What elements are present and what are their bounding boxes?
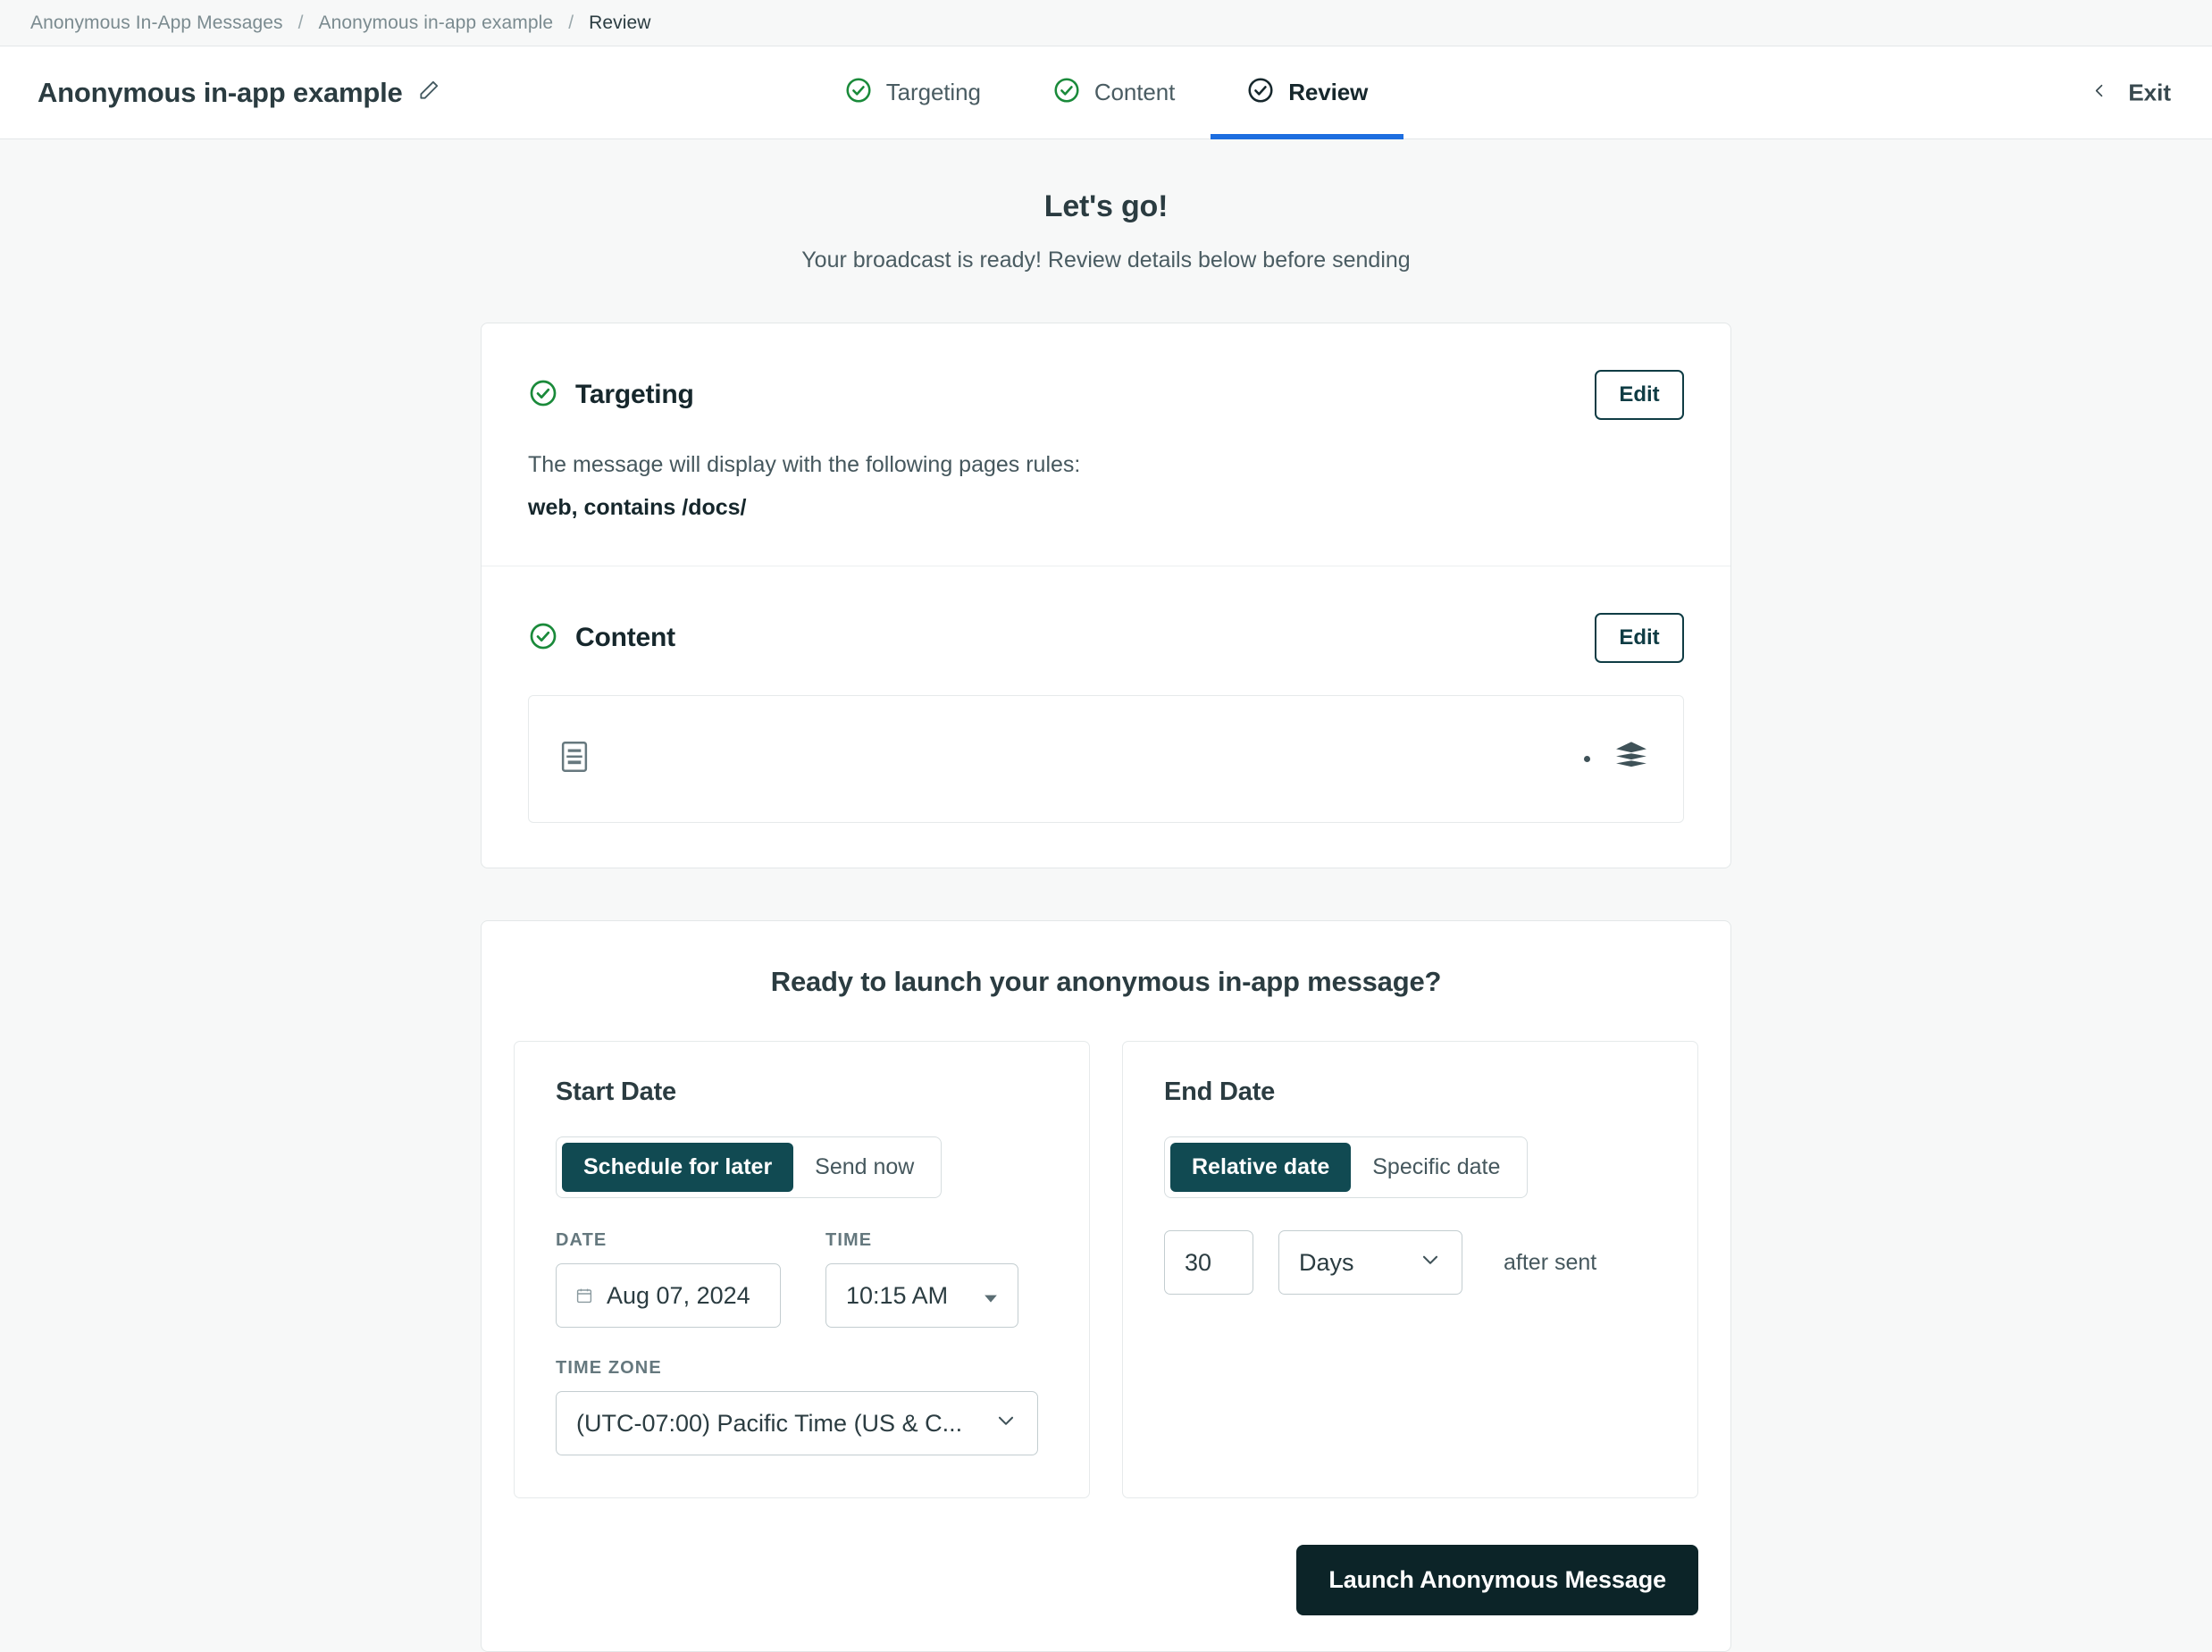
time-select[interactable]: 10:15 AM xyxy=(825,1263,1018,1328)
calendar-icon xyxy=(576,1282,592,1310)
toggle-send-now[interactable]: Send now xyxy=(793,1143,935,1192)
relative-unit-value: Days xyxy=(1299,1248,1354,1276)
time-field-group: TIME 10:15 AM xyxy=(825,1230,1018,1328)
targeting-rule: web, contains /docs/ xyxy=(528,495,747,520)
exit-label: Exit xyxy=(2128,79,2171,105)
launch-anonymous-message-button[interactable]: Launch Anonymous Message xyxy=(1296,1545,1698,1615)
tab-content[interactable]: Content xyxy=(1017,46,1211,138)
tab-content-label: Content xyxy=(1093,79,1176,105)
targeting-header: Targeting Edit xyxy=(528,370,1684,420)
content-preview-box[interactable] xyxy=(528,695,1684,823)
start-date-toggle: Schedule for later Send now xyxy=(556,1136,943,1198)
start-date-panel: Start Date Schedule for later Send now D… xyxy=(514,1041,1090,1498)
caret-down-icon xyxy=(984,1282,998,1310)
relative-date-row: 30 Days after sent xyxy=(1164,1230,1656,1295)
summary-card: Targeting Edit The message will display … xyxy=(481,323,1731,868)
end-date-panel: End Date Relative date Specific date 30 … xyxy=(1122,1041,1698,1498)
content-title: Content xyxy=(575,623,675,652)
check-circle-icon xyxy=(528,378,558,413)
chevron-left-icon xyxy=(2091,79,2108,106)
timezone-select[interactable]: (UTC-07:00) Pacific Time (US & C... xyxy=(556,1391,1038,1455)
date-input[interactable]: Aug 07, 2024 xyxy=(556,1263,781,1328)
content-section: Content Edit xyxy=(482,566,1730,868)
page-title: Anonymous in-app example xyxy=(38,76,403,108)
content-title-group: Content xyxy=(528,621,675,656)
page-header: Anonymous in-app example Targeting Conte… xyxy=(0,46,2212,139)
launch-heading: Ready to launch your anonymous in-app me… xyxy=(770,966,1442,997)
end-date-title: End Date xyxy=(1164,1078,1276,1106)
page-subheading: Your broadcast is ready! Review details … xyxy=(801,247,1411,273)
main-content: Let's go! Your broadcast is ready! Revie… xyxy=(0,139,2212,1652)
launch-card: Ready to launch your anonymous in-app me… xyxy=(481,920,1731,1652)
date-time-row: DATE Aug 07, 2024 TIME 10:15 AM xyxy=(556,1230,1048,1328)
chevron-down-icon xyxy=(1419,1248,1442,1278)
date-value: Aug 07, 2024 xyxy=(607,1281,750,1309)
toggle-specific-date[interactable]: Specific date xyxy=(1351,1143,1521,1192)
date-label: DATE xyxy=(556,1230,607,1250)
relative-unit-select[interactable]: Days xyxy=(1278,1230,1462,1295)
tab-targeting-label: Targeting xyxy=(885,79,981,105)
tab-review-label: Review xyxy=(1288,79,1369,105)
breadcrumb-separator: / xyxy=(297,12,304,33)
time-label: TIME xyxy=(825,1230,873,1250)
check-circle-icon xyxy=(528,621,558,656)
document-layout-icon xyxy=(559,740,590,778)
launch-actions: Launch Anonymous Message xyxy=(482,1498,1730,1615)
edit-targeting-button[interactable]: Edit xyxy=(1595,370,1684,420)
breadcrumb-item-messages[interactable]: Anonymous In-App Messages xyxy=(30,13,283,34)
relative-amount-input[interactable]: 30 xyxy=(1164,1230,1253,1295)
targeting-title: Targeting xyxy=(575,380,694,409)
edit-content-button[interactable]: Edit xyxy=(1595,613,1684,663)
breadcrumb-item-example[interactable]: Anonymous in-app example xyxy=(319,13,554,34)
exit-button[interactable]: Exit xyxy=(2091,79,2171,106)
toggle-relative-date[interactable]: Relative date xyxy=(1170,1143,1352,1192)
content-preview-meta xyxy=(1584,739,1649,779)
breadcrumb: Anonymous In-App Messages / Anonymous in… xyxy=(0,0,2212,46)
page-heading: Let's go! xyxy=(1043,189,1169,223)
content-header: Content Edit xyxy=(528,613,1684,663)
breadcrumb-separator: / xyxy=(568,12,574,33)
tab-targeting[interactable]: Targeting xyxy=(809,46,1017,138)
status-dot xyxy=(1584,756,1590,762)
check-circle-icon xyxy=(1246,76,1275,109)
toggle-schedule-for-later[interactable]: Schedule for later xyxy=(562,1143,794,1192)
check-circle-icon xyxy=(844,76,873,109)
targeting-section: Targeting Edit The message will display … xyxy=(482,323,1730,566)
tab-review[interactable]: Review xyxy=(1211,46,1404,139)
targeting-description: The message will display with the follow… xyxy=(528,452,1081,477)
timezone-value: (UTC-07:00) Pacific Time (US & C... xyxy=(576,1409,963,1437)
pencil-icon[interactable] xyxy=(417,79,440,106)
timezone-label: TIME ZONE xyxy=(556,1358,662,1378)
targeting-title-group: Targeting xyxy=(528,378,694,413)
schedule-panels: Start Date Schedule for later Send now D… xyxy=(482,998,1730,1498)
after-sent-label: after sent xyxy=(1504,1249,1597,1275)
end-date-toggle: Relative date Specific date xyxy=(1164,1136,1529,1198)
date-field-group: DATE Aug 07, 2024 xyxy=(556,1230,781,1328)
timezone-field-group: TIME ZONE (UTC-07:00) Pacific Time (US &… xyxy=(556,1358,1048,1455)
start-date-title: Start Date xyxy=(556,1078,676,1106)
page-title-group: Anonymous in-app example xyxy=(0,77,440,109)
check-circle-icon xyxy=(1052,76,1081,109)
breadcrumb-item-review: Review xyxy=(589,12,651,33)
chevron-down-icon xyxy=(994,1409,1018,1438)
layers-icon xyxy=(1613,739,1649,779)
time-value: 10:15 AM xyxy=(846,1281,949,1309)
